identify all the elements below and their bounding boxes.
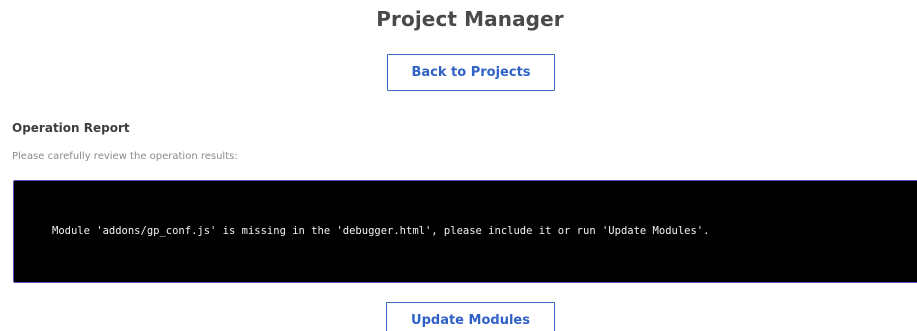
operation-result-message: Module 'addons/gp_conf.js' is missing in…: [52, 225, 710, 237]
page-title: Project Manager: [376, 7, 564, 31]
operation-output-console: Module 'addons/gp_conf.js' is missing in…: [13, 180, 917, 283]
project-manager-page: Project Manager Back to Projects Operati…: [0, 0, 917, 331]
operation-report-heading: Operation Report: [12, 121, 130, 135]
operation-report-description: Please carefully review the operation re…: [12, 151, 238, 162]
update-modules-button[interactable]: Update Modules: [386, 302, 555, 331]
back-to-projects-button[interactable]: Back to Projects: [387, 54, 555, 91]
